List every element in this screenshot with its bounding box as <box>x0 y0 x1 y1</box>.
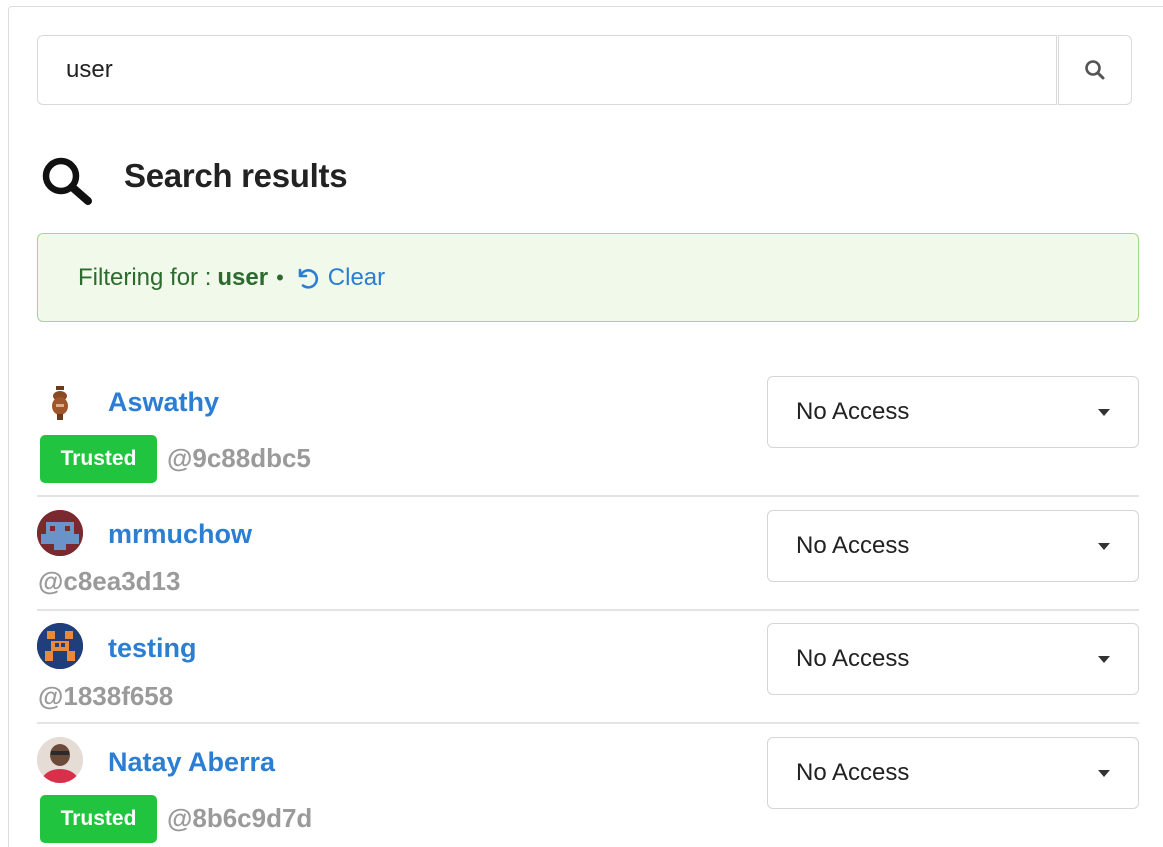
user-handle: @9c88dbc5 <box>167 443 311 473</box>
access-select[interactable]: No Access <box>767 737 1139 809</box>
undo-icon <box>298 268 318 289</box>
access-select-value: No Access <box>796 398 910 425</box>
user-name-link[interactable]: mrmuchow <box>108 519 252 550</box>
vase-avatar <box>37 380 83 426</box>
result-row: mrmuchow @c8ea3d13 No Access <box>37 497 1139 611</box>
search-input[interactable] <box>37 35 1057 105</box>
clear-label: Clear <box>327 263 386 291</box>
filter-separator: • <box>276 264 284 290</box>
access-select[interactable]: No Access <box>767 510 1139 582</box>
page-title: Search results <box>124 157 348 194</box>
clear-filter-link[interactable]: Clear <box>294 264 385 292</box>
access-select[interactable]: No Access <box>767 623 1139 695</box>
user-name-link[interactable]: Natay Aberra <box>108 747 275 778</box>
result-row: Aswathy Trusted @9c88dbc5 No Access <box>37 364 1139 497</box>
pixel-avatar-red-blue <box>37 510 83 556</box>
result-row: Natay Aberra Trusted @8b6c9d7d No Access <box>37 724 1139 847</box>
result-row: testing @1838f658 No Access <box>37 611 1139 724</box>
user-handle: @8b6c9d7d <box>167 803 313 833</box>
caret-down-icon <box>1098 543 1110 550</box>
access-select[interactable]: No Access <box>767 376 1139 448</box>
user-handle: @1838f658 <box>38 681 174 711</box>
user-name-link[interactable]: testing <box>108 633 197 664</box>
access-select-value: No Access <box>796 645 910 672</box>
caret-down-icon <box>1098 656 1110 663</box>
photo-avatar <box>37 737 83 783</box>
access-select-value: No Access <box>796 759 910 786</box>
user-handle: @c8ea3d13 <box>38 566 181 596</box>
search-button[interactable] <box>1058 35 1132 105</box>
filter-prefix: Filtering for : <box>78 263 212 291</box>
search-icon <box>1085 60 1105 80</box>
caret-down-icon <box>1098 409 1110 416</box>
trusted-badge: Trusted <box>40 435 157 483</box>
trusted-badge: Trusted <box>40 795 157 843</box>
filter-term: user <box>217 263 269 291</box>
access-select-value: No Access <box>796 532 910 559</box>
user-name-link[interactable]: Aswathy <box>108 387 219 418</box>
filter-banner: Filtering for : user • Clear <box>37 233 1139 322</box>
caret-down-icon <box>1098 770 1110 777</box>
pixel-avatar-navy-orange <box>37 623 83 669</box>
search-icon <box>42 157 92 205</box>
